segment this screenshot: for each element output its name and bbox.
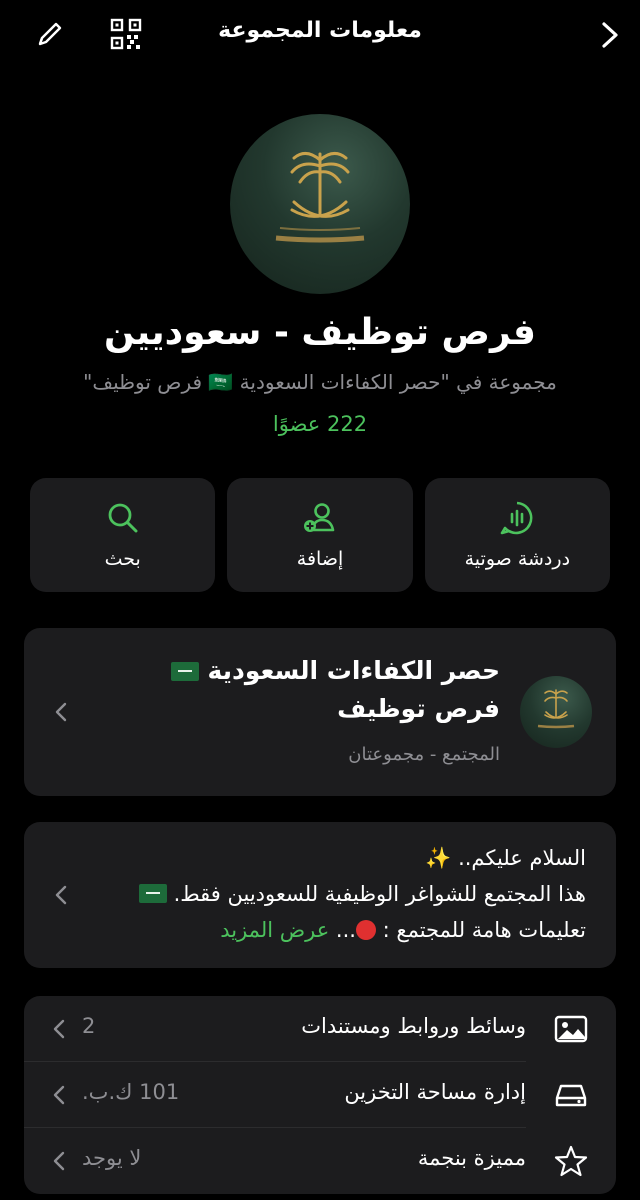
starred-count: لا يوجد xyxy=(82,1146,142,1170)
photo-icon xyxy=(554,1015,588,1043)
description-line2: هذا المجتمع للشواغر الوظيفية للسعوديين ف… xyxy=(173,882,586,906)
media-links-docs-label: وسائط وروابط ومستندات xyxy=(301,1014,526,1038)
community-subtitle: المجتمع - مجموعتان xyxy=(348,744,500,765)
group-avatar[interactable] xyxy=(230,114,410,294)
qr-code-icon[interactable] xyxy=(110,18,142,50)
red-circle-icon xyxy=(355,920,376,940)
storage-icon xyxy=(555,1084,587,1107)
add-person-icon xyxy=(304,503,335,532)
page-title: معلومات المجموعة xyxy=(218,18,422,43)
sparkles-icon: ✨ xyxy=(425,846,452,870)
storage-management-label: إدارة مساحة التخزين xyxy=(344,1080,526,1104)
voice-chat-icon xyxy=(501,501,533,535)
saudi-flag-icon xyxy=(170,662,199,681)
group-info-list: وسائط وروابط ومستندات 2 إدارة مساحة التخ… xyxy=(24,996,616,1194)
search-label: بحث xyxy=(104,548,141,570)
action-buttons: دردشة صوتية إضافة بحث xyxy=(30,478,610,592)
add-member-label: إضافة xyxy=(296,548,344,570)
community-title-line2: فرص توظيف xyxy=(337,694,500,723)
chevron-left-icon xyxy=(53,1019,65,1039)
community-title-line1: حصر الكفاءات السعودية xyxy=(207,656,500,685)
community-title: حصر الكفاءات السعودية فرص توظيف xyxy=(140,652,500,728)
voice-chat-button[interactable]: دردشة صوتية xyxy=(424,478,610,592)
media-count: 2 xyxy=(82,1014,96,1038)
emblem-palm-swords-icon xyxy=(537,689,575,729)
show-more-link[interactable]: عرض المزيد xyxy=(220,918,329,942)
starred-messages-row[interactable]: مميزة بنجمة لا يوجد xyxy=(24,1128,616,1194)
community-card[interactable]: حصر الكفاءات السعودية فرص توظيف المجتمع … xyxy=(24,628,616,796)
emblem-palm-swords-icon xyxy=(275,152,365,243)
member-count[interactable]: 222 عضوًا xyxy=(0,412,640,436)
top-bar: معلومات المجموعة xyxy=(0,0,640,70)
chevron-left-icon xyxy=(53,1085,65,1105)
add-member-button[interactable]: إضافة xyxy=(227,478,413,592)
media-links-docs-row[interactable]: وسائط وروابط ومستندات 2 xyxy=(24,996,616,1062)
group-name: فرص توظيف - سعوديين xyxy=(104,312,536,353)
edit-pencil-icon[interactable] xyxy=(36,20,64,48)
saudi-flag-icon xyxy=(138,884,167,903)
description-line1: السلام عليكم.. xyxy=(458,846,586,870)
search-button[interactable]: بحث xyxy=(30,478,216,592)
group-description-card[interactable]: السلام عليكم.. ✨ هذا المجتمع للشواغر الو… xyxy=(24,822,616,968)
group-community-subtitle: مجموعة في "حصر الكفاءات السعودية 🇸🇦 فرص … xyxy=(83,370,557,394)
search-icon xyxy=(108,503,138,533)
chevron-left-icon xyxy=(55,702,67,722)
description-line3: تعليمات هامة للمجتمع : xyxy=(382,918,586,942)
chevron-left-icon xyxy=(53,1151,65,1171)
group-description: السلام عليكم.. ✨ هذا المجتمع للشواغر الو… xyxy=(66,840,586,948)
starred-messages-label: مميزة بنجمة xyxy=(417,1146,526,1170)
storage-size: 101 ك.ب. xyxy=(82,1080,180,1104)
star-icon xyxy=(554,1145,588,1177)
voice-chat-label: دردشة صوتية xyxy=(464,548,571,570)
description-ellipsis: ... xyxy=(335,918,356,942)
community-avatar xyxy=(520,676,592,748)
chevron-left-icon xyxy=(55,885,67,905)
storage-management-row[interactable]: إدارة مساحة التخزين 101 ك.ب. xyxy=(24,1062,616,1128)
